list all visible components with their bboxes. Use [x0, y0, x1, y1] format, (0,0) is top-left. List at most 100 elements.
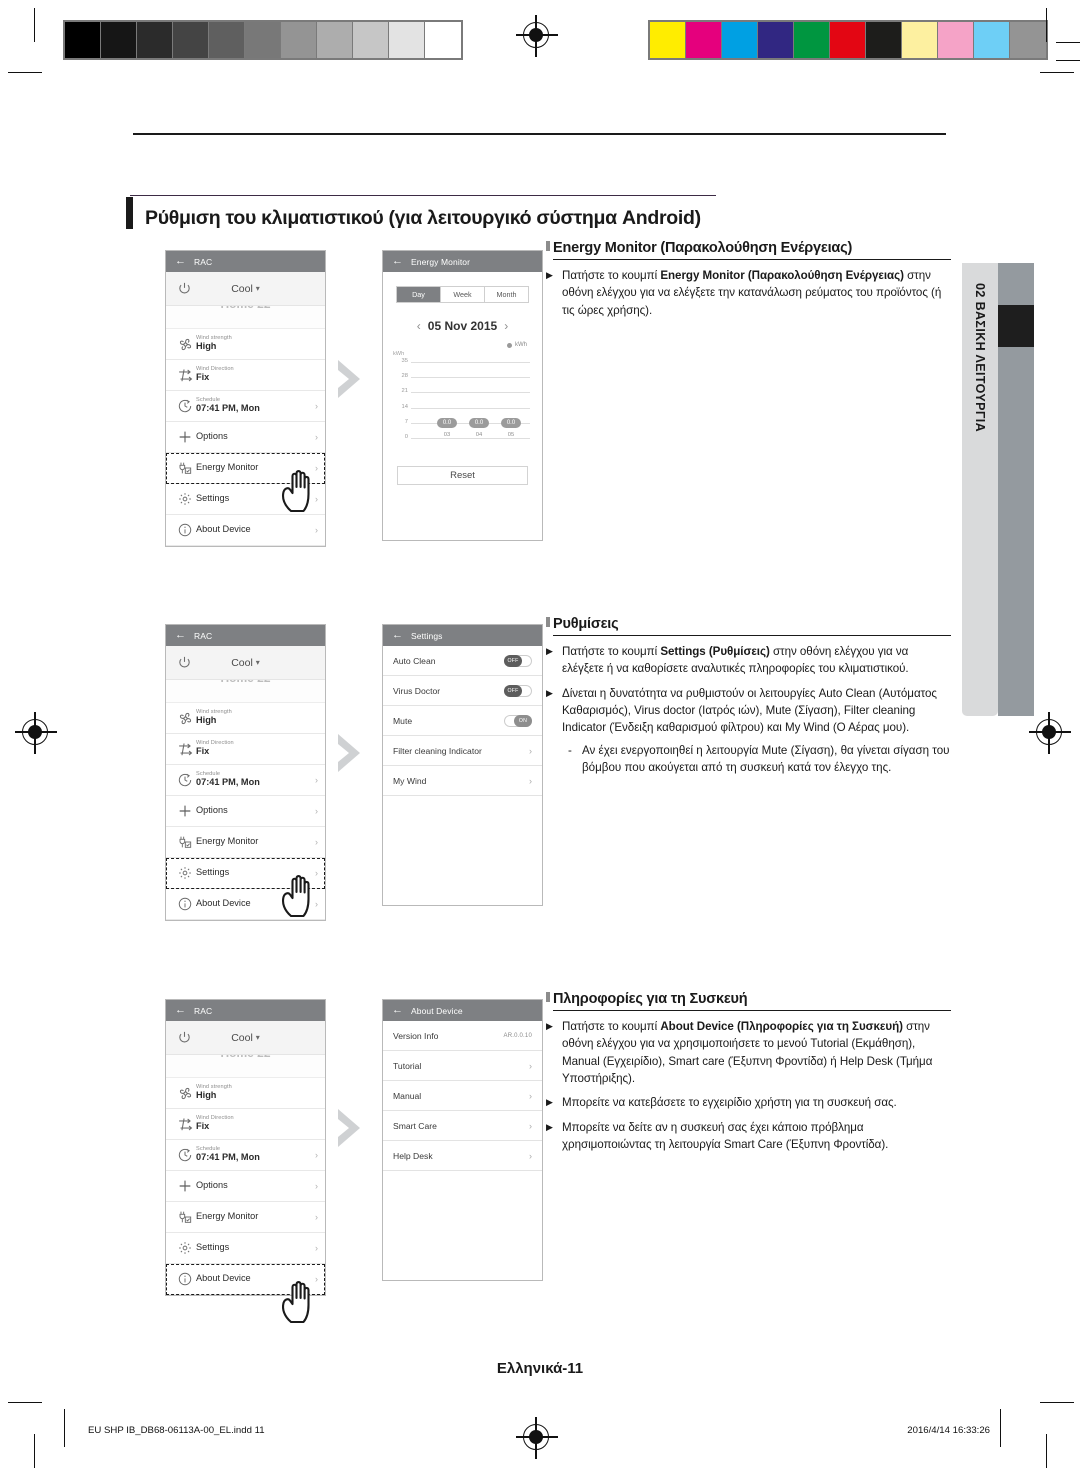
row-label: High [196, 715, 217, 726]
x-axis-tick: 05 [507, 432, 515, 438]
chevron-right-icon: › [315, 868, 318, 878]
toggle-mute[interactable]: ON [504, 714, 532, 727]
rac-row-07-41-pm-mon[interactable]: Schedule 07:41 PM, Mon › [166, 1140, 325, 1171]
row-value: AR.0.0.10 [503, 1032, 532, 1039]
rac-row-options[interactable]: Options › [166, 796, 325, 827]
row-label: Help Desk [393, 1150, 433, 1161]
calibration-swatch [425, 22, 461, 58]
rac-row-high[interactable]: Wind strength High [166, 1078, 325, 1109]
screen-title-bar: ← RAC [166, 625, 325, 646]
rac-row-fix[interactable]: Wind Direction Fix [166, 734, 325, 765]
bullet-item: ▶ Μπορείτε να δείτε αν η συσκευή σας έχει… [546, 1119, 951, 1154]
registration-mark-top [516, 15, 558, 57]
rac-row-high[interactable]: Wind strength High [166, 703, 325, 734]
toggle-virus-doctor[interactable]: OFF [504, 684, 532, 697]
list-row-help-desk[interactable]: Help Desk › [383, 1141, 542, 1171]
footer-rule-left [64, 1409, 66, 1447]
bullet-triangle-icon: ▶ [546, 1021, 553, 1032]
segment-week[interactable]: Week [441, 287, 485, 302]
rac-row-fix[interactable]: Wind Direction Fix [166, 1109, 325, 1140]
rac-row-07-41-pm-mon[interactable]: Schedule 07:41 PM, Mon › [166, 391, 325, 422]
segment-day[interactable]: Day [397, 287, 441, 302]
rac-row-fix[interactable]: Wind Direction Fix [166, 360, 325, 391]
row-label: Fix [196, 746, 210, 757]
list-row-filter-cleaning-indicator[interactable]: Filter cleaning Indicator › [383, 736, 542, 766]
bar-value-label: 0.0 [437, 418, 457, 428]
rac-row-settings[interactable]: Settings › [166, 858, 325, 889]
list-row-auto-clean[interactable]: Auto Clean OFF [383, 646, 542, 676]
rac-row-settings[interactable]: Settings › [166, 484, 325, 515]
period-segmented-control[interactable]: Day Week Month [396, 286, 529, 303]
list-row-manual[interactable]: Manual › [383, 1081, 542, 1111]
mode-label[interactable]: Cool [231, 283, 253, 295]
about-device-screen[interactable]: ← About Device Version Info AR.0.0.10 Tutori… [382, 999, 543, 1281]
list-row-tutorial[interactable]: Tutorial › [383, 1051, 542, 1081]
rac-control-screen-1[interactable]: ←RACCool▾Home 22Wind strengthHighWind Di… [165, 250, 326, 547]
rac-row-about-device[interactable]: About Device › [166, 515, 325, 546]
segment-month[interactable]: Month [485, 287, 528, 302]
wind-dir-icon [174, 741, 196, 758]
back-arrow-icon[interactable]: ← [392, 1005, 403, 1016]
calibration-swatch [686, 22, 722, 58]
list-row-virus-doctor[interactable]: Virus Doctor OFF [383, 676, 542, 706]
rac-row-energy-monitor[interactable]: Energy Monitor › [166, 1202, 325, 1233]
rac-row-07-41-pm-mon[interactable]: Schedule 07:41 PM, Mon › [166, 765, 325, 796]
row-label: Auto Clean [393, 655, 436, 666]
next-date-icon[interactable]: › [504, 319, 508, 333]
energy-monitor-screen[interactable]: ← Energy Monitor Day Week Month ‹ 05 Nov 2015 ›… [382, 250, 543, 541]
rac-row-energy-monitor[interactable]: Energy Monitor › [166, 453, 325, 484]
mode-label[interactable]: Cool [231, 657, 253, 669]
rac-row-options[interactable]: Options › [166, 422, 325, 453]
rac-row-energy-monitor[interactable]: Energy Monitor › [166, 827, 325, 858]
temperature-ghost-row: Home 22 [166, 306, 325, 329]
chevron-right-icon: › [529, 1150, 532, 1161]
schedule-icon [174, 398, 196, 414]
rac-row-settings[interactable]: Settings › [166, 1233, 325, 1264]
chapter-tab-marker [998, 305, 1034, 347]
rac-row-high[interactable]: Wind strength High [166, 329, 325, 360]
chevron-down-icon[interactable]: ▾ [256, 1033, 260, 1042]
settings-screen[interactable]: ← Settings Auto Clean OFF Virus Doctor OFF Mut… [382, 624, 543, 906]
y-axis-tick: 0 [404, 434, 408, 440]
list-row-my-wind[interactable]: My Wind › [383, 766, 542, 796]
back-arrow-icon[interactable]: ← [175, 630, 186, 641]
back-arrow-icon[interactable]: ← [392, 630, 403, 641]
bullet-item: ▶ Μπορείτε να κατεβάσετε το εγχειρίδιο χρ… [546, 1094, 951, 1111]
back-arrow-icon[interactable]: ← [175, 256, 186, 267]
mode-label[interactable]: Cool [231, 1032, 253, 1044]
power-icon[interactable] [177, 281, 192, 296]
screen-title: Energy Monitor [411, 256, 471, 267]
current-date: 05 Nov 2015 [427, 319, 498, 333]
schedule-icon [174, 1147, 196, 1163]
page-number: Ελληνικά-11 [496, 1360, 584, 1377]
rac-row-about-device[interactable]: About Device › [166, 1264, 325, 1295]
rac-row-about-device[interactable]: About Device › [166, 889, 325, 920]
list-row-version-info[interactable]: Version Info AR.0.0.10 [383, 1021, 542, 1051]
chevron-right-icon: › [315, 1243, 318, 1253]
toggle-auto-clean[interactable]: OFF [504, 654, 532, 667]
chevron-down-icon[interactable]: ▾ [256, 284, 260, 293]
chevron-down-icon[interactable]: ▾ [256, 658, 260, 667]
back-arrow-icon[interactable]: ← [392, 256, 403, 267]
row-label: Fix [196, 372, 210, 383]
temperature-ghost-row: Home 22 [166, 680, 325, 703]
grayscale-calibration-ramp [63, 20, 463, 60]
power-icon[interactable] [177, 655, 192, 670]
row-label: Energy Monitor [196, 836, 259, 847]
rac-control-screen-3[interactable]: ←RACCool▾Home 22Wind strengthHighWind Di… [165, 999, 326, 1324]
row-label: Energy Monitor [196, 462, 259, 473]
list-row-mute[interactable]: Mute ON [383, 706, 542, 736]
reset-button[interactable]: Reset [397, 466, 528, 485]
rac-row-options[interactable]: Options › [166, 1171, 325, 1202]
prev-date-icon[interactable]: ‹ [417, 319, 421, 333]
registration-mark-bottom [516, 1417, 558, 1459]
bullet-text: Πατήστε το κουμπί Energy Monitor (Παρακο… [562, 269, 942, 317]
rac-control-screen-2[interactable]: ←RAC Cool▾ Home 22Wind strengthHighWind Di… [165, 624, 326, 921]
chevron-right-icon: › [315, 806, 318, 816]
bullet-text: Μπορείτε να δείτε αν η συσκευή σας έχει … [562, 1120, 889, 1151]
power-icon[interactable] [177, 1030, 192, 1045]
calibration-swatch [830, 22, 866, 58]
y-axis-tick: 35 [401, 358, 408, 364]
list-row-smart-care[interactable]: Smart Care › [383, 1111, 542, 1141]
back-arrow-icon[interactable]: ← [175, 1005, 186, 1016]
